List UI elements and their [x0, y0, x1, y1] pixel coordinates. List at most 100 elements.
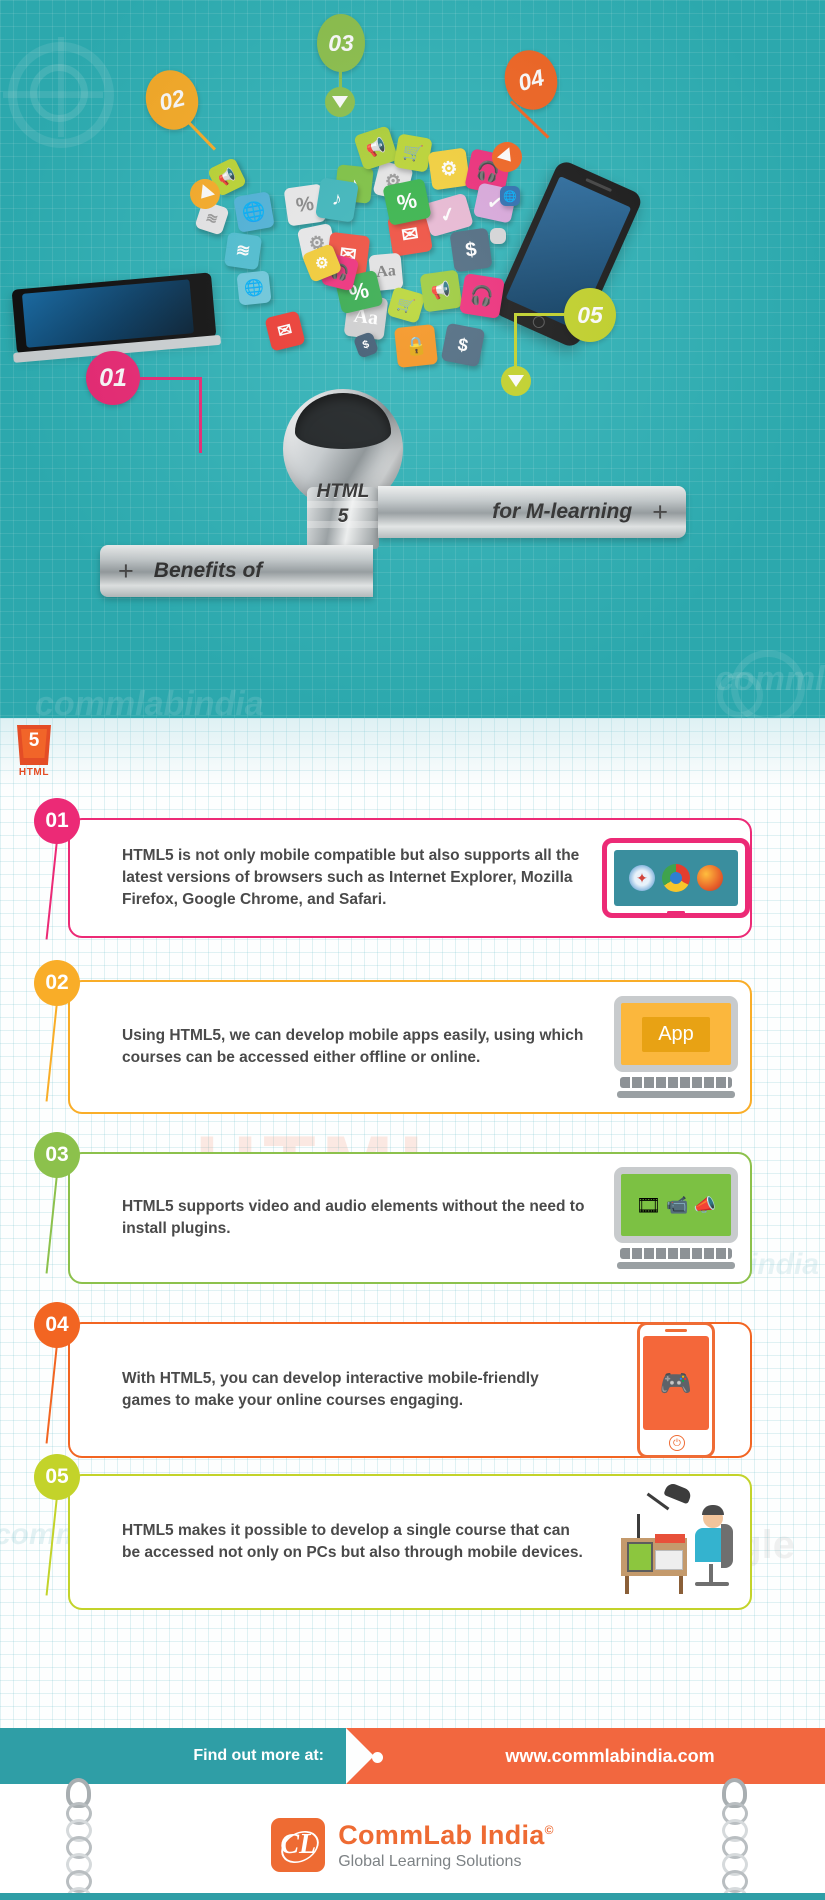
icon-tile-globe-2: 🌐 [236, 270, 272, 306]
hero-marker-02-bubble: 02 [139, 64, 205, 136]
mobile-speaker-icon [665, 1329, 687, 1332]
benefit-card-04-tail [45, 1343, 58, 1444]
mobile-gamepad-icon: 🎮 ⏻ [637, 1322, 715, 1458]
laptop-media-frame: 🎞 📹 📣 [614, 1167, 738, 1243]
commlab-mark-letters: CL [280, 1829, 317, 1860]
html5-logo: 5 HTML [14, 725, 54, 778]
benefit-card-05[interactable]: 05 HTML5 makes it possible to develop a … [34, 1454, 752, 1610]
mobile-screen: 🎮 [643, 1336, 709, 1430]
target-dot-decoration-icon [30, 64, 88, 122]
benefit-card-01-badge: 01 [34, 798, 80, 844]
hero-title-left-ribbon: + Benefits of [100, 545, 373, 597]
icon-tile-small-dot [490, 228, 506, 244]
icon-tile-note-2: ♪ [315, 177, 359, 223]
ring-decoration-small-icon [717, 672, 763, 718]
benefit-card-01-art: ✦ [602, 820, 750, 936]
brand-logo[interactable]: CL CommLab India© Global Learning Soluti… [0, 1818, 825, 1872]
chair-base [695, 1582, 729, 1586]
benefit-card-03[interactable]: 03 HTML5 supports video and audio elemen… [34, 1132, 752, 1284]
bulb-title-line2: 5 [337, 506, 349, 527]
benefit-card-02-tail [45, 1001, 58, 1102]
hero-marker-01-line-v [199, 377, 202, 453]
commlab-mark-icon: CL [271, 1818, 326, 1872]
hero-marker-01-line-h [140, 377, 202, 380]
icon-tile-bullhorn-2: 📢 [419, 269, 463, 313]
icon-tile-dollar: $ [449, 227, 493, 273]
icon-tile-dollar-2: $ [440, 322, 486, 368]
benefit-card-02-text: Using HTML5, we can develop mobile apps … [122, 1027, 584, 1066]
desk-leg-2 [679, 1576, 683, 1594]
film-icon: 🎞 [635, 1194, 662, 1217]
html5-shield-number: 5 [28, 730, 40, 751]
benefit-card-04-art: 🎮 ⏻ [602, 1322, 750, 1458]
brand-tagline: Global Learning Solutions [338, 1852, 522, 1870]
chrome-icon [662, 864, 690, 892]
chair-post [709, 1564, 713, 1584]
desk-person-icon [611, 1481, 741, 1594]
hero-marker-05-arrow-icon [501, 366, 531, 396]
hero-watermark-left: commlabindia [35, 685, 264, 718]
icon-tile-mail: ✉ [264, 310, 306, 352]
plus-icon-right: + [652, 496, 668, 527]
footer-bullet-icon [372, 1752, 383, 1763]
benefit-card-02[interactable]: 02 Using HTML5, we can develop mobile ap… [34, 960, 752, 1114]
footer-cta-label: Find out more at: [193, 1747, 324, 1764]
desk-lamp-post [637, 1514, 640, 1540]
desk-lamp-icon [663, 1481, 693, 1505]
benefit-card-05-text: HTML5 makes it possible to develop a sin… [122, 1522, 583, 1561]
hero-marker-05-line-v [514, 313, 517, 369]
benefit-card-02-badge: 02 [34, 960, 80, 1006]
benefit-card-05-badge: 05 [34, 1454, 80, 1500]
benefit-card-01[interactable]: 01 HTML5 is not only mobile compatible b… [34, 798, 752, 940]
desk-books-icon [655, 1534, 685, 1543]
browsers-tablet-screen: ✦ [614, 850, 738, 906]
benefit-card-03-art: 🎞 📹 📣 [602, 1154, 750, 1282]
chair-icon [721, 1524, 733, 1568]
bulb-title: HTML 5 [307, 479, 379, 529]
desk-keyboard-icon [655, 1550, 683, 1570]
laptop-app-icon: App [614, 996, 738, 1098]
icon-tile-lock: 🔒 [394, 324, 438, 368]
benefit-card-01-tail [45, 839, 58, 940]
icon-tile-cart-2: 🛒 [386, 286, 426, 324]
footer-cta-band: Find out more at: www.commlabindia.com [0, 1728, 825, 1790]
hero-title-right-text: for M-learning [492, 500, 633, 523]
brand-name-text: CommLab India [338, 1819, 545, 1850]
icon-tile-gear-3: ⚙ [427, 147, 471, 191]
laptop-app-frame: App [614, 996, 738, 1072]
benefit-card-04-text: With HTML5, you can develop interactive … [122, 1370, 539, 1409]
laptop-keyboard-icon-2 [620, 1248, 732, 1259]
footer-website-url[interactable]: www.commlabindia.com [400, 1728, 820, 1784]
icon-tile-wifi: ≋ [223, 231, 263, 271]
benefit-card-03-badge: 03 [34, 1132, 80, 1178]
hero-marker-05-bubble: 05 [564, 288, 616, 342]
browsers-tablet-icon: ✦ [602, 838, 750, 918]
person-hair-icon [702, 1505, 724, 1515]
laptop-keyboard-icon [620, 1077, 732, 1088]
desk-leg [625, 1576, 629, 1594]
tablet-device-illustration [11, 272, 222, 363]
laptop-base-icon-2 [617, 1262, 735, 1269]
safari-icon: ✦ [629, 865, 655, 891]
brand-wordmark: CommLab India© Global Learning Solutions [338, 1820, 554, 1871]
hero-title-right-ribbon: for M-learning + [378, 486, 686, 538]
hero-section: commlabindia commlabindia 🌐 ≋ 🌐 ✉ % ♪ ⚙ … [0, 0, 825, 718]
benefit-card-03-text: HTML5 supports video and audio elements … [122, 1198, 585, 1237]
hero-marker-04-bubble: 04 [497, 43, 565, 117]
content-section: HTML commlabindia commlabindia Google 5 … [0, 718, 825, 1728]
benefit-card-04[interactable]: 04 With HTML5, you can develop interacti… [34, 1302, 752, 1458]
hero-marker-03-bubble: 03 [317, 14, 365, 72]
html5-shield-icon: 5 [17, 725, 51, 765]
icon-tile-percent-2: % [382, 178, 432, 226]
benefit-card-04-badge: 04 [34, 1302, 80, 1348]
hero-marker-01-bubble: 01 [86, 351, 140, 405]
laptop-app-label: App [642, 1016, 710, 1052]
infographic-page: commlabindia commlabindia 🌐 ≋ 🌐 ✉ % ♪ ⚙ … [0, 0, 825, 1900]
benefit-card-05-art [602, 1476, 750, 1608]
desk-monitor-icon [627, 1542, 653, 1572]
icon-tile-globe-3: 🌐 [500, 186, 520, 206]
laptop-base-icon [617, 1091, 735, 1098]
icon-tile-globe: 🌐 [233, 191, 275, 233]
bulb-title-line1: HTML [316, 481, 370, 502]
browsers-tablet-button-icon [667, 911, 685, 914]
